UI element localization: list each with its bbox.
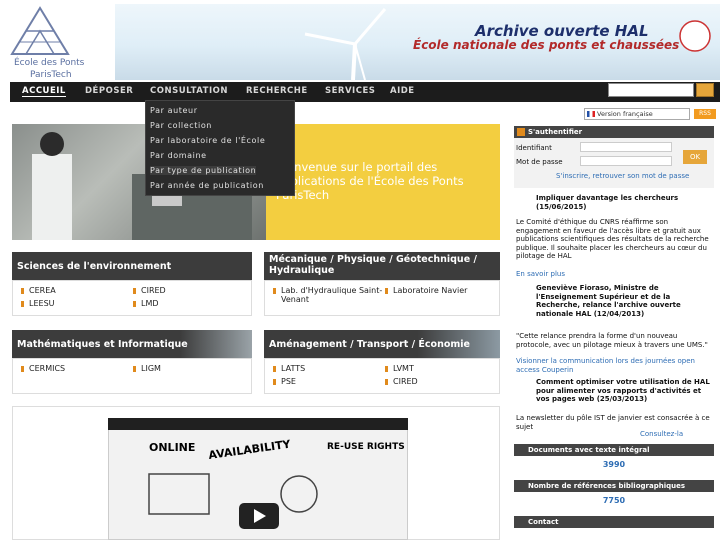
lab-link[interactable]: PSE	[273, 377, 296, 386]
lab-link[interactable]: CERMICS	[21, 364, 65, 373]
contact-header[interactable]: Contact	[514, 516, 714, 528]
rss-button[interactable]: RSS	[694, 109, 716, 119]
tile-title: Sciences de l'environnement	[17, 261, 172, 272]
tile-maths-body: CERMICS LIGM	[12, 358, 252, 394]
password-input[interactable]	[580, 156, 672, 166]
stat2-header: Nombre de références bibliographiques	[514, 480, 714, 492]
lab-link[interactable]: LEESU	[21, 299, 55, 308]
lab-link[interactable]: Laboratoire Navier	[385, 286, 467, 295]
tile-amenagement-body: LATTS LVMT PSE CIRED	[264, 358, 500, 394]
auth-title: S'authentifier	[528, 128, 583, 136]
contact-label: Contact	[528, 518, 559, 526]
lock-icon	[517, 128, 525, 136]
video-title-bar	[108, 418, 408, 430]
consultation-dropdown: Par auteur Par collection Par laboratoir…	[145, 100, 295, 196]
video-word-reuse: RE-USE RIGHTS	[327, 442, 405, 452]
stat1-header: Documents avec texte intégral	[514, 444, 714, 456]
login-label: Identifiant	[516, 144, 552, 152]
stat2-label: Nombre de références bibliographiques	[528, 482, 685, 490]
lab-link[interactable]: CIRED	[133, 286, 166, 295]
video-word-availability: AVAILABILITY	[208, 437, 293, 462]
lab-link[interactable]: LIGM	[133, 364, 161, 373]
news1-more-link[interactable]: En savoir plus	[516, 270, 576, 279]
ok-button[interactable]: OK	[683, 150, 707, 164]
auth-header: S'authentifier	[514, 126, 714, 138]
ecole-des-ponts-logo[interactable]: École des Ponts ParisTech	[10, 6, 92, 80]
stat2-value[interactable]: 7750	[514, 496, 714, 505]
dropdown-item-type[interactable]: Par type de publication	[150, 166, 257, 175]
lab-link[interactable]: LMD	[133, 299, 159, 308]
video-player[interactable]: ONLINE AVAILABILITY RE-USE RIGHTS	[108, 418, 408, 540]
nav-aide[interactable]: AIDE	[390, 86, 415, 96]
tile-mecanique-header[interactable]: Mécanique / Physique / Géotechnique / Hy…	[264, 252, 500, 280]
lab-link[interactable]: CEREA	[21, 286, 56, 295]
tile-amenagement-header[interactable]: Aménagement / Transport / Économie	[264, 330, 500, 358]
lab-link[interactable]: Lab. d'Hydraulique Saint-Venant	[273, 286, 383, 304]
hal-banner: Archive ouverte HAL École nationale des …	[115, 4, 720, 80]
logo-text-line1: École des Ponts	[14, 58, 85, 68]
news2-title[interactable]: Geneviève Fioraso, Ministre de l'Enseign…	[516, 284, 714, 318]
news3-title[interactable]: Comment optimiser votre utilisation de H…	[516, 378, 714, 404]
news1-title[interactable]: Impliquer davantage les chercheurs (15/0…	[516, 194, 714, 211]
tile-maths-header[interactable]: Mathématiques et Informatique	[12, 330, 252, 358]
hal-subtitle: École nationale des ponts et chaussées	[413, 38, 680, 52]
search-button[interactable]	[696, 83, 714, 97]
language-select[interactable]: Version française	[584, 108, 690, 120]
lab-link[interactable]: LATTS	[273, 364, 305, 373]
dropdown-item-collection[interactable]: Par collection	[150, 121, 212, 130]
open-access-sketch-illustration: ONLINE AVAILABILITY RE-USE RIGHTS	[148, 437, 405, 529]
login-input[interactable]	[580, 142, 672, 152]
tile-title: Mécanique / Physique / Géotechnique / Hy…	[269, 254, 477, 276]
language-selected: Version française	[597, 110, 653, 118]
hero-welcome-text: Bienvenue sur le portail des publication…	[276, 160, 464, 202]
dropdown-item-annee[interactable]: Par année de publication	[150, 181, 264, 190]
stat1-value[interactable]: 3990	[514, 460, 714, 469]
news1-text: Le Comité d'éthique du CNRS réaffirme so…	[516, 218, 709, 260]
password-label: Mot de passe	[516, 158, 563, 166]
tile-environnement-header[interactable]: Sciences de l'environnement	[12, 252, 252, 280]
logo-text-line2: ParisTech	[30, 70, 72, 80]
nav-deposer[interactable]: DÉPOSER	[85, 86, 133, 96]
search-input[interactable]	[608, 83, 694, 97]
tile-title: Mathématiques et Informatique	[17, 339, 188, 350]
dropdown-item-auteur[interactable]: Par auteur	[150, 106, 198, 115]
lab-link[interactable]: CIRED	[385, 377, 418, 386]
tile-mecanique-body: Lab. d'Hydraulique Saint-Venant Laborato…	[264, 280, 500, 316]
triangle-logo-icon	[10, 6, 70, 55]
news3-text: La newsletter du pôle IST de janvier est…	[516, 414, 710, 431]
news3-more-link[interactable]: Consultez-la	[640, 430, 714, 439]
video-word-online: ONLINE	[149, 441, 195, 454]
stat1-label: Documents avec texte intégral	[528, 446, 650, 454]
dropdown-item-domaine[interactable]: Par domaine	[150, 151, 207, 160]
nav-accueil[interactable]: ACCUEIL	[22, 86, 66, 97]
nav-recherche[interactable]: RECHERCHE	[246, 86, 308, 96]
tile-environnement-body: CEREA CIRED LEESU LMD	[12, 280, 252, 316]
tile-title: Aménagement / Transport / Économie	[269, 339, 470, 350]
nav-consultation[interactable]: CONSULTATION	[150, 86, 228, 96]
french-flag-icon	[587, 111, 595, 117]
dropdown-item-laboratoire[interactable]: Par laboratoire de l'École	[150, 136, 265, 145]
nav-services[interactable]: SERVICES	[325, 86, 375, 96]
news2-more-link[interactable]: Visionner la communication lors des jour…	[516, 357, 714, 374]
auth-links[interactable]: S'inscrire, retrouver son mot de passe	[556, 172, 714, 181]
lab-link[interactable]: LVMT	[385, 364, 414, 373]
news2-text: "Cette relance prendra la forme d'un nou…	[516, 332, 708, 349]
